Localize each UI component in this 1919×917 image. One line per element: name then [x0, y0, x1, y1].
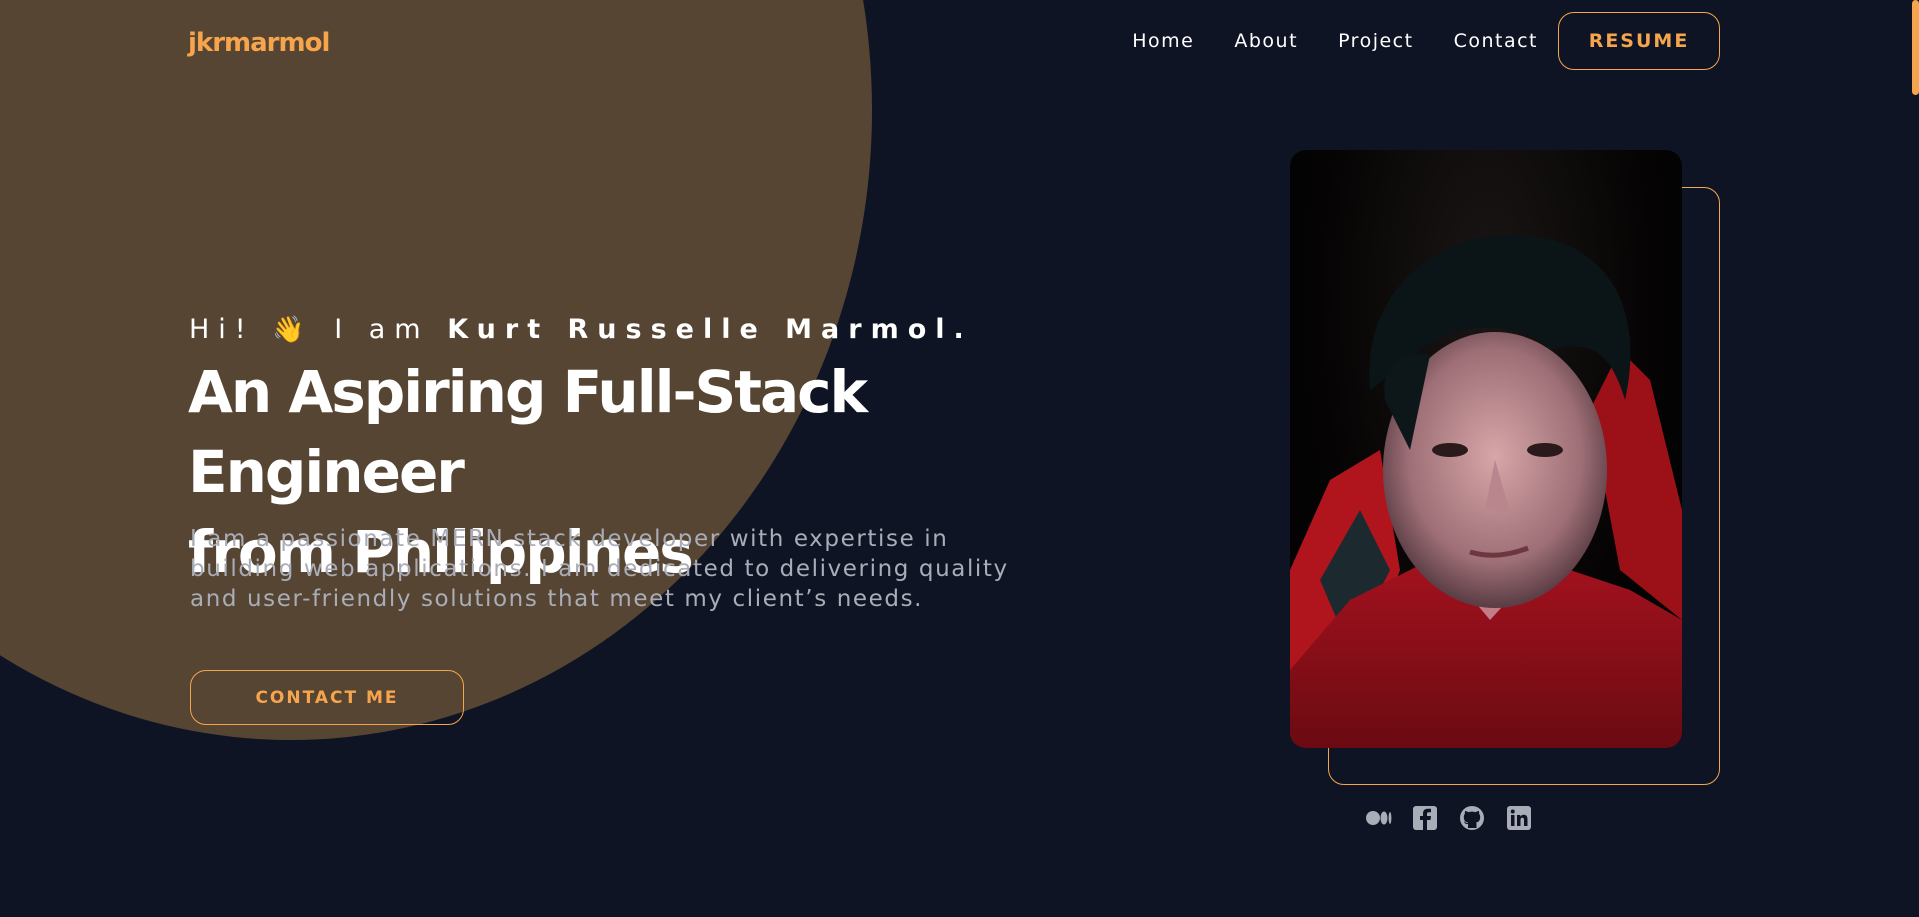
page: jkrmarmol Home About Project Contact RES…	[0, 0, 1919, 917]
linkedin-icon[interactable]	[1505, 804, 1533, 832]
greeting-mid: I am	[334, 314, 430, 345]
profile-photo	[1290, 150, 1682, 748]
contact-me-button[interactable]: CONTACT ME	[190, 670, 464, 725]
nav-link-home[interactable]: Home	[1132, 30, 1194, 52]
site-logo[interactable]: jkrmarmol	[188, 28, 330, 58]
scrollbar-thumb[interactable]	[1912, 0, 1919, 95]
greeting-prefix: Hi!	[189, 314, 255, 345]
github-icon[interactable]	[1458, 804, 1486, 832]
nav-link-project[interactable]: Project	[1338, 30, 1414, 52]
hero-intro: I am a passionate MERN stack developer w…	[190, 526, 1009, 612]
nav-link-contact[interactable]: Contact	[1454, 30, 1538, 52]
medium-icon[interactable]	[1364, 804, 1392, 832]
facebook-icon[interactable]	[1411, 804, 1439, 832]
greeting-name: Kurt Russelle Marmol.	[447, 314, 973, 345]
profile-photo-illustration	[1290, 234, 1682, 748]
resume-button[interactable]: RESUME	[1558, 12, 1720, 70]
social-links	[1364, 804, 1552, 832]
waving-hand-icon: 👋	[272, 315, 305, 345]
headline-line-1: An Aspiring Full-Stack Engineer	[188, 358, 868, 506]
main-nav: Home About Project Contact RESUME	[1132, 12, 1720, 70]
nav-link-about[interactable]: About	[1234, 30, 1298, 52]
greeting: Hi! 👋 I am Kurt Russelle Marmol.	[189, 314, 973, 345]
